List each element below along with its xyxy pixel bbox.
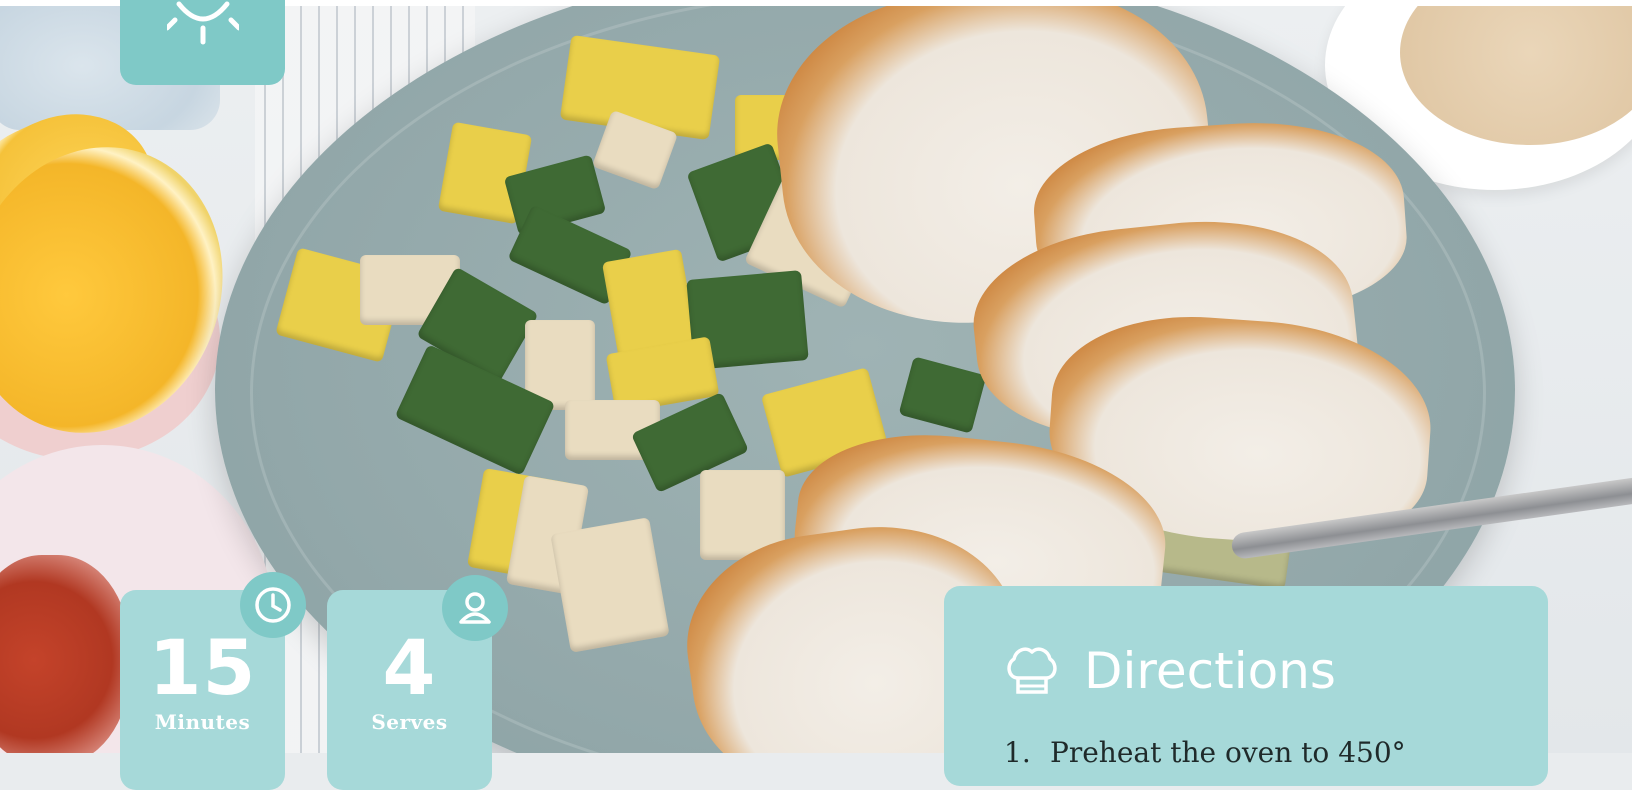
- clock-badge: [240, 572, 306, 638]
- person-icon: [459, 592, 491, 624]
- time-label: Minutes: [154, 710, 251, 734]
- directions-title: Directions: [1084, 642, 1336, 700]
- top-icon-tile: [120, 0, 285, 85]
- chef-hat-icon: [1007, 647, 1057, 694]
- onion-piece: [550, 517, 670, 653]
- paprika-pile: [0, 555, 130, 753]
- directions-card: Directions 1. Preheat the oven to 450°: [944, 586, 1548, 786]
- sun-icon: [167, 1, 239, 45]
- time-value: 15: [148, 623, 257, 712]
- serves-value: 4: [382, 623, 437, 712]
- serves-label: Serves: [371, 710, 448, 734]
- clock-icon: [255, 587, 291, 623]
- person-badge: [442, 575, 508, 641]
